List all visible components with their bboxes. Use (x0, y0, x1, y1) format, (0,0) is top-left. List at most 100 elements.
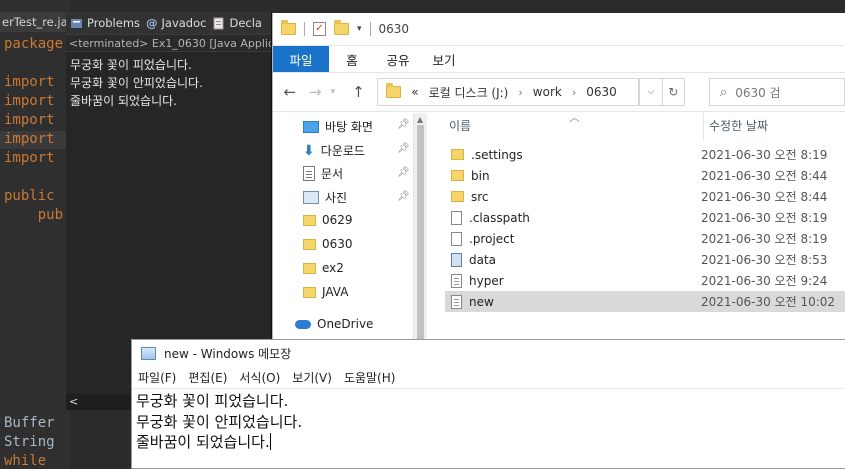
breadcrumb-item[interactable]: work (533, 85, 562, 99)
ribbon-tab-view[interactable]: 보기 (421, 46, 467, 72)
file-icon (451, 210, 462, 225)
file-modified: 2021-06-30 오전 8:19 (701, 232, 828, 246)
code-line: while (4, 453, 47, 469)
nav-item-ex2[interactable]: ex2 (303, 261, 344, 275)
customize-quick-access-icon[interactable]: ▾ (357, 24, 362, 34)
nav-item-label: ex2 (322, 261, 344, 275)
code-line: import (4, 74, 55, 90)
refresh-button[interactable]: ↻ (661, 78, 685, 106)
file-row[interactable]: .settings 2021-06-30 오전 8:19 (445, 144, 845, 165)
nav-item-java[interactable]: JAVA (303, 285, 348, 299)
breadcrumb-separator-icon[interactable]: › (518, 86, 522, 99)
breadcrumb-overflow[interactable]: « (411, 85, 418, 99)
tab-label: Problems (87, 16, 141, 30)
console-output[interactable]: 무궁화 꽃이 피었습니다. 무궁화 꽃이 안피었습니다. 줄바꿈이 되었습니다. (66, 52, 271, 114)
nav-item-onedrive[interactable]: OneDrive (295, 317, 373, 331)
code-line: import (4, 150, 55, 166)
nav-item-label: 0629 (322, 213, 353, 227)
window-title: new - Windows 메모장 (164, 347, 292, 361)
data-file-icon (451, 252, 462, 267)
onedrive-icon (295, 319, 311, 329)
menu-help[interactable]: 도움말(H) (344, 369, 396, 386)
scrollbar-thumb[interactable] (417, 125, 424, 365)
scroll-up-icon[interactable]: ▲ (417, 115, 423, 124)
explorer-titlebar[interactable]: ✓ ▾ 0630 (273, 13, 845, 46)
refresh-icon: ↻ (668, 85, 679, 99)
breadcrumb-separator-icon[interactable]: › (572, 86, 576, 99)
notepad-titlebar[interactable]: new - Windows 메모장 (132, 340, 845, 367)
folder-icon (281, 20, 296, 35)
ribbon-file-tab[interactable]: 파일 (273, 46, 329, 72)
column-header-modified[interactable]: 수정한 날짜 (709, 117, 768, 134)
ribbon-tab-home[interactable]: 홈 (329, 46, 375, 72)
file-row[interactable]: hyper 2021-06-30 오전 9:24 (445, 270, 845, 291)
file-row[interactable]: src 2021-06-30 오전 8:44 (445, 186, 845, 207)
menu-view[interactable]: 보기(V) (292, 369, 332, 386)
column-divider[interactable] (703, 113, 704, 141)
nav-item-pictures[interactable]: 사진 (303, 189, 347, 206)
file-name: new (469, 294, 494, 309)
nav-item-label: OneDrive (317, 317, 374, 331)
search-input[interactable]: ⌕ 0630 검 (708, 78, 845, 106)
tab-problems[interactable]: Problems (70, 16, 140, 30)
column-header-name[interactable]: 이름 (449, 117, 471, 134)
tab-declaration[interactable]: Decla (212, 16, 262, 30)
file-row[interactable]: bin 2021-06-30 오전 8:44 (445, 165, 845, 186)
console-line: 무궁화 꽃이 피었습니다. (70, 58, 192, 72)
nav-item-downloads[interactable]: ⬇ 다운로드 (303, 142, 365, 159)
folder-icon (303, 238, 316, 250)
forward-arrow-icon[interactable]: → (309, 83, 323, 101)
download-icon: ⬇ (303, 142, 315, 159)
tab-label: Javadoc (161, 16, 207, 30)
tab-javadoc[interactable]: @ Javadoc (146, 16, 206, 30)
file-modified: 2021-06-30 오전 8:44 (701, 190, 828, 204)
ribbon-tab-share[interactable]: 공유 (375, 46, 421, 72)
file-name: bin (471, 168, 490, 183)
folder-icon (303, 214, 316, 226)
recent-locations-chevron-icon[interactable]: ▾ (326, 87, 340, 97)
address-dropdown-button[interactable]: ⌵ (639, 78, 663, 106)
up-arrow-icon[interactable]: ↑ (352, 83, 366, 101)
address-bar[interactable]: « 로컬 디스크 (J:) › work › 0630 (377, 78, 640, 106)
file-row-selected[interactable]: new 2021-06-30 오전 10:02 (445, 291, 845, 312)
file-name: hyper (469, 273, 504, 288)
new-folder-icon[interactable] (334, 20, 349, 35)
file-modified: 2021-06-30 오전 8:44 (701, 169, 828, 183)
back-arrow-icon[interactable]: ← (283, 83, 297, 101)
nav-item-0629[interactable]: 0629 (303, 213, 353, 227)
pin-icon[interactable]: 📌︎ (397, 191, 410, 202)
code-editor[interactable]: erTest_re.java package import import imp… (0, 0, 70, 469)
file-modified: 2021-06-30 오전 8:19 (701, 148, 828, 162)
pin-icon[interactable]: 📌︎ (397, 143, 410, 154)
pin-icon[interactable]: 📌︎ (397, 167, 410, 178)
file-modified: 2021-06-30 오전 10:02 (701, 295, 836, 309)
file-row[interactable]: data 2021-06-30 오전 8:53 (445, 249, 845, 270)
menu-edit[interactable]: 편집(E) (188, 369, 227, 386)
breadcrumb-item[interactable]: 0630 (586, 85, 617, 99)
console-tab-bar: Problems @ Javadoc Decla (66, 12, 271, 34)
documents-icon (303, 166, 315, 181)
nav-item-0630[interactable]: 0630 (303, 237, 353, 251)
console-line: 무궁화 꽃이 안피었습니다. (70, 76, 203, 90)
pictures-icon (303, 191, 319, 204)
folder-icon (451, 170, 464, 181)
nav-item-documents[interactable]: 문서 (303, 165, 343, 182)
scroll-left-icon[interactable]: < (69, 395, 78, 408)
editor-tab[interactable]: erTest_re.java (0, 12, 66, 32)
menu-file[interactable]: 파일(F) (138, 369, 176, 386)
text-file-icon (451, 294, 462, 309)
properties-icon[interactable]: ✓ (313, 22, 326, 36)
window-title: 0630 (378, 22, 410, 36)
pin-icon[interactable]: 📌︎ (397, 119, 410, 130)
code-line: pub (4, 207, 64, 223)
nav-item-desktop[interactable]: 바탕 화면 (303, 118, 373, 135)
file-row[interactable]: .classpath 2021-06-30 오전 8:19 (445, 207, 845, 228)
sort-ascending-icon: ︿ (569, 111, 580, 124)
nav-item-label: JAVA (322, 285, 349, 299)
file-name: .project (469, 231, 515, 246)
file-row[interactable]: .project 2021-06-30 오전 8:19 (445, 228, 845, 249)
breadcrumb-item[interactable]: 로컬 디스크 (J:) (429, 84, 509, 101)
menu-format[interactable]: 서식(O) (239, 369, 280, 386)
text-editor-area[interactable]: 무궁화 꽃이 피었습니다. 무궁화 꽃이 안피었습니다. 줄바꿈이 되었습니다. (132, 389, 845, 455)
code-line: Buffer (4, 415, 55, 431)
